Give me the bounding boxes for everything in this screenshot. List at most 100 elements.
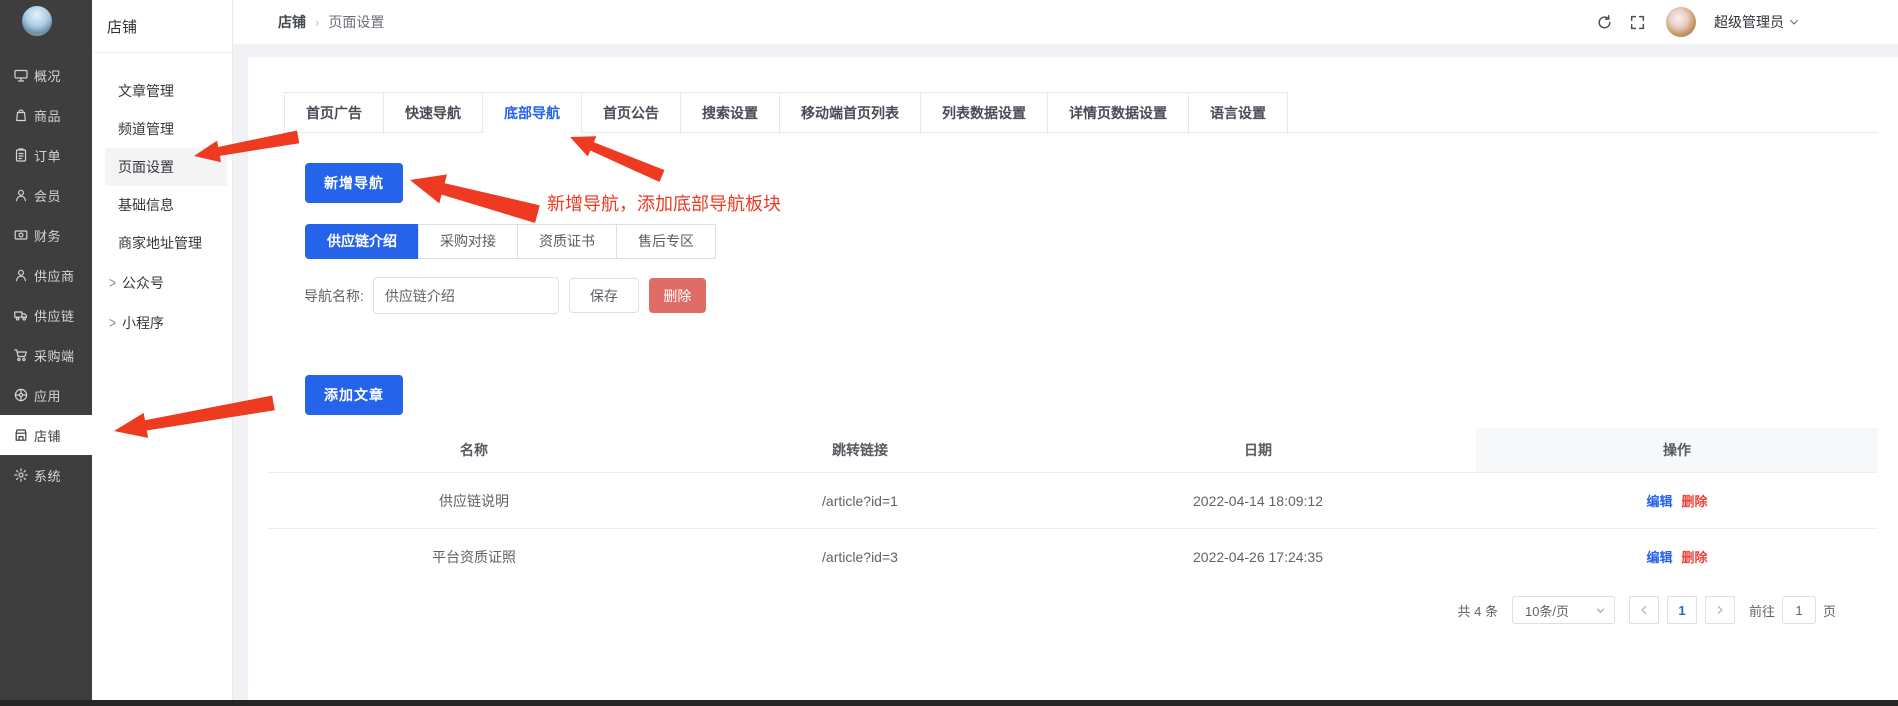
cell-link: /article?id=1 [680, 493, 1040, 509]
delete-link[interactable]: 删除 [1682, 491, 1708, 510]
sidebar-item[interactable]: 应用 [0, 375, 92, 415]
pagination-total: 共 4 条 [1458, 601, 1498, 620]
page-tab[interactable]: 首页广告 [284, 92, 384, 132]
cell-link: /article?id=3 [680, 549, 1040, 565]
articles-table: 名称 跳转链接 日期 操作 供应链说明 /article?id=1 2022-0… [268, 428, 1878, 584]
edit-link[interactable]: 编辑 [1646, 547, 1672, 566]
sidebar-item[interactable]: 订单 [0, 135, 92, 175]
page-tab[interactable]: 首页公告 [582, 92, 681, 132]
sidebar-item[interactable]: 财务 [0, 215, 92, 255]
current-page-button[interactable]: 1 [1667, 596, 1697, 624]
top-header: 店铺 › 页面设置 超级管理员 [233, 0, 1898, 44]
page-tab[interactable]: 底部导航 [483, 92, 582, 132]
sidebar-item[interactable]: 店铺 [0, 415, 92, 455]
cell-name: 平台资质证照 [268, 547, 680, 567]
admin-page: 概况 商品 订单 会员 财务 [0, 0, 1898, 706]
nav-subtab[interactable]: 资质证书 [517, 224, 617, 259]
monitor-icon [13, 67, 29, 83]
page-size-select[interactable]: 10条/页 [1512, 596, 1615, 624]
page-tab[interactable]: 搜索设置 [681, 92, 780, 132]
page-tab[interactable]: 详情页数据设置 [1048, 92, 1189, 132]
workspace-avatar[interactable] [22, 6, 52, 36]
col-actions: 操作 [1476, 428, 1878, 472]
chevron-down-icon [1788, 16, 1800, 28]
sidebar-item[interactable]: 供应链 [0, 295, 92, 335]
pagination: 共 4 条 10条/页 1 前往 页 [1458, 596, 1837, 624]
cell-date: 2022-04-14 18:09:12 [1040, 493, 1476, 509]
nav-name-input[interactable] [373, 277, 559, 314]
submenu-item[interactable]: > 公众号 [105, 264, 227, 302]
chevron-down-icon [1595, 605, 1606, 616]
submenu-item[interactable]: > 基础信息 [105, 186, 227, 224]
chevron-right-icon: > [109, 314, 116, 332]
bottom-cutoff-strip [0, 700, 1898, 706]
cell-name: 供应链说明 [268, 491, 680, 511]
member-user-icon [13, 187, 29, 203]
breadcrumb-root[interactable]: 店铺 [278, 12, 306, 32]
procure-cart-icon [13, 347, 29, 363]
annotation-note: 新增导航，添加底部导航板块 [547, 190, 781, 216]
page-tab[interactable]: 语言设置 [1189, 92, 1288, 132]
table-row: 供应链说明 /article?id=1 2022-04-14 18:09:12 … [268, 472, 1878, 528]
prev-page-button[interactable] [1629, 596, 1659, 624]
secondary-sidebar-title: 店铺 [92, 0, 232, 53]
primary-menu: 概况 商品 订单 会员 财务 [0, 55, 92, 495]
submenu-item[interactable]: > 频道管理 [105, 110, 227, 148]
user-name: 超级管理员 [1714, 12, 1784, 32]
user-menu[interactable]: 超级管理员 [1714, 12, 1800, 32]
chevron-left-icon [1638, 604, 1650, 616]
pager: 1 [1629, 596, 1735, 624]
table-row: 平台资质证照 /article?id=3 2022-04-26 17:24:35… [268, 528, 1878, 584]
add-article-button[interactable]: 添加文章 [305, 375, 403, 415]
sidebar-item[interactable]: 会员 [0, 175, 92, 215]
delete-nav-button[interactable]: 删除 [649, 278, 706, 313]
save-button[interactable]: 保存 [569, 278, 639, 313]
nav-name-label: 导航名称: [304, 286, 364, 306]
sidebar-item[interactable]: 采购端 [0, 335, 92, 375]
goto-page: 前往 页 [1749, 596, 1836, 624]
sidebar-item[interactable]: 商品 [0, 95, 92, 135]
primary-sidebar: 概况 商品 订单 会员 财务 [0, 0, 92, 700]
nav-subtab[interactable]: 采购对接 [418, 224, 518, 259]
system-gear-icon [13, 467, 29, 483]
fullscreen-icon[interactable] [1629, 14, 1646, 31]
page-tab[interactable]: 列表数据设置 [921, 92, 1048, 132]
submenu-item[interactable]: > 商家地址管理 [105, 224, 227, 262]
sidebar-item[interactable]: 系统 [0, 455, 92, 495]
submenu-item[interactable]: > 页面设置 [105, 148, 227, 186]
col-date: 日期 [1040, 428, 1476, 472]
header-actions: 超级管理员 [1596, 0, 1800, 44]
add-nav-button[interactable]: 新增导航 [305, 163, 403, 203]
page-tab[interactable]: 移动端首页列表 [780, 92, 921, 132]
supply-truck-icon [13, 307, 29, 323]
nav-subtab[interactable]: 售后专区 [616, 224, 716, 259]
secondary-sidebar: 店铺 > 文章管理 > 频道管理 > 页面设置 > [92, 0, 233, 700]
chevron-right-icon [1714, 604, 1726, 616]
delete-link[interactable]: 删除 [1682, 547, 1708, 566]
refresh-icon[interactable] [1596, 14, 1613, 31]
next-page-button[interactable] [1705, 596, 1735, 624]
page-tabs: 首页广告 快速导航 底部导航 首页公告 搜索设置 [284, 92, 1878, 133]
cell-actions: 编辑 删除 [1476, 491, 1878, 510]
goods-bag-icon [13, 107, 29, 123]
supplier-user-icon [13, 267, 29, 283]
finance-money-icon [13, 227, 29, 243]
submenu-item[interactable]: > 文章管理 [105, 72, 227, 110]
chevron-right-icon: > [109, 274, 116, 292]
secondary-menu: > 文章管理 > 频道管理 > 页面设置 > 基础信息 [92, 53, 232, 342]
nav-subtab[interactable]: 供应链介绍 [305, 224, 419, 259]
nav-subtabs: 供应链介绍 采购对接 资质证书 售后专区 [305, 224, 716, 259]
col-link: 跳转链接 [680, 428, 1040, 472]
shop-store-icon [13, 427, 29, 443]
page-tab[interactable]: 快速导航 [384, 92, 483, 132]
content-card: 首页广告 快速导航 底部导航 首页公告 搜索设置 [248, 57, 1898, 700]
edit-link[interactable]: 编辑 [1646, 491, 1672, 510]
goto-page-input[interactable] [1782, 596, 1816, 624]
breadcrumb-separator-icon: › [315, 15, 319, 30]
user-avatar[interactable] [1666, 7, 1696, 37]
submenu-item[interactable]: > 小程序 [105, 304, 227, 342]
sidebar-item[interactable]: 概况 [0, 55, 92, 95]
col-name: 名称 [268, 428, 680, 472]
sidebar-item[interactable]: 供应商 [0, 255, 92, 295]
cell-actions: 编辑 删除 [1476, 547, 1878, 566]
